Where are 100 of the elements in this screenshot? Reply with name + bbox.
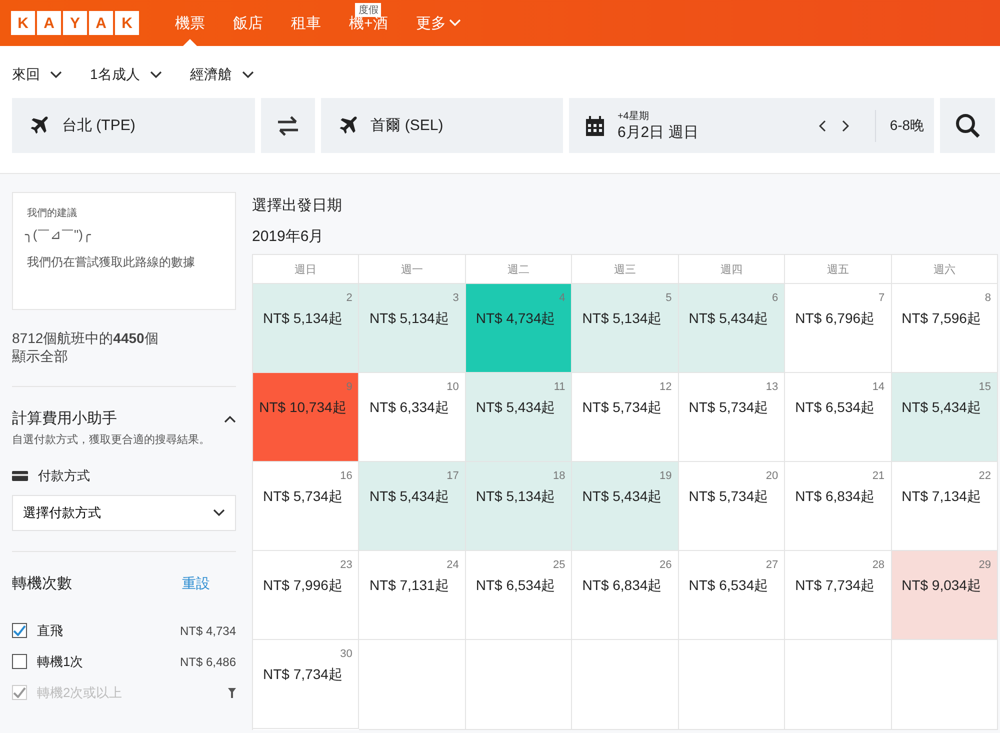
calendar-day[interactable]: 26 NT$ 6,834起 — [572, 551, 679, 640]
day-number: 20 — [766, 470, 778, 482]
calendar-day[interactable]: 29 NT$ 9,034起 — [892, 551, 998, 640]
day-price: NT$ 6,834起 — [795, 488, 875, 506]
day-price: NT$ 5,734起 — [688, 488, 768, 506]
nav-badge: 度假 — [355, 3, 382, 17]
day-price: NT$ 7,131起 — [369, 577, 449, 595]
day-price: NT$ 10,734起 — [259, 399, 346, 417]
day-number: 29 — [978, 559, 991, 571]
day-number: 27 — [766, 559, 778, 571]
day-number: 3 — [452, 292, 459, 304]
stop-option-label: 轉機2次或以上 — [37, 684, 124, 702]
calendar-day[interactable]: 21 NT$ 6,834起 — [785, 462, 892, 551]
day-price: NT$ 7,734起 — [263, 666, 342, 684]
caret-icon — [50, 71, 62, 79]
payment-dropdown[interactable]: 選擇付款方式 — [12, 495, 236, 531]
day-price: NT$ 5,434起 — [369, 488, 449, 506]
calendar-day[interactable]: 9 NT$ 10,734起 — [253, 373, 360, 462]
calendar-day[interactable]: 4 NT$ 4,734起 — [466, 284, 572, 373]
day-price: NT$ 6,796起 — [795, 310, 875, 328]
day-number: 12 — [659, 381, 672, 393]
option-dropdown[interactable]: 來回 — [12, 66, 62, 84]
calendar-day[interactable]: 24 NT$ 7,131起 — [359, 551, 466, 640]
day-price: NT$ 5,434起 — [902, 399, 981, 417]
nav-tab[interactable]: 機+酒 度假 — [335, 0, 402, 46]
calendar-day[interactable]: 7 NT$ 6,796起 — [785, 284, 892, 373]
day-number: 24 — [446, 559, 459, 571]
calendar-day[interactable]: 12 NT$ 5,734起 — [572, 373, 679, 462]
caret-icon — [150, 71, 162, 79]
calendar-day[interactable]: 20 NT$ 5,734起 — [678, 462, 786, 551]
day-number: 10 — [446, 381, 459, 393]
day-number: 5 — [666, 292, 672, 304]
calendar-day[interactable]: 11 NT$ 5,434起 — [466, 373, 572, 462]
stop-option-label: 轉機1次 — [37, 652, 84, 670]
calendar-day[interactable]: 6 NT$ 5,434起 — [678, 284, 786, 373]
tip-message: 我們仍在嘗試獲取此路線的數據 — [27, 254, 196, 271]
payment-label: 付款方式 — [38, 467, 90, 485]
day-price: NT$ 5,434起 — [688, 310, 768, 328]
day-number: 16 — [340, 470, 352, 482]
calendar-day[interactable]: 22 NT$ 7,134起 — [892, 462, 998, 551]
day-number: 13 — [766, 381, 778, 393]
calendar-day[interactable]: 3 NT$ 5,134起 — [359, 284, 466, 373]
stop-price: NT$ 4,734 — [180, 624, 236, 638]
search-button[interactable] — [940, 98, 996, 153]
credit-card-icon — [12, 471, 28, 481]
day-number: 2 — [346, 292, 352, 304]
day-number: 28 — [872, 559, 885, 571]
airplane-icon — [28, 114, 50, 136]
tip-title: 我們的建議 — [27, 206, 78, 220]
checkbox[interactable] — [12, 623, 27, 638]
calendar-day[interactable]: 13 NT$ 5,734起 — [678, 373, 786, 462]
previous-icon[interactable] — [818, 120, 827, 132]
origin-field[interactable]: 台北 (TPE) — [12, 98, 255, 153]
calendar-day[interactable]: 17 NT$ 5,434起 — [359, 462, 466, 551]
calendar-day[interactable]: 5 NT$ 5,134起 — [572, 284, 679, 373]
calendar-day[interactable]: 8 NT$ 7,596起 — [892, 284, 998, 373]
day-number: 25 — [553, 559, 566, 571]
day-price: NT$ 5,134起 — [476, 488, 556, 506]
nights-label[interactable]: 6-8晚 — [874, 110, 934, 142]
calendar-day[interactable]: 18 NT$ 5,134起 — [466, 462, 572, 551]
calendar-day[interactable]: 10 NT$ 6,334起 — [359, 373, 466, 462]
day-price: NT$ 6,534起 — [688, 577, 768, 595]
calendar-day[interactable]: 16 NT$ 5,734起 — [253, 462, 360, 551]
option-dropdown[interactable]: 1名成人 — [90, 66, 162, 84]
calendar-day[interactable]: 25 NT$ 6,534起 — [466, 551, 572, 640]
calendar-day[interactable]: 19 NT$ 5,434起 — [572, 462, 679, 551]
day-price: NT$ 6,534起 — [795, 399, 875, 417]
day-price: NT$ 5,134起 — [582, 310, 662, 328]
day-number: 11 — [554, 381, 566, 393]
option-dropdown[interactable]: 經濟艙 — [190, 66, 254, 84]
calendar-day[interactable]: 30 NT$ 7,734起 — [253, 640, 360, 729]
collapse-icon[interactable] — [224, 414, 236, 422]
calendar-icon — [585, 116, 606, 136]
emoticon: ╮(￣⊿￣")╭ — [25, 226, 92, 244]
calendar-day[interactable]: 14 NT$ 6,534起 — [785, 373, 892, 462]
calendar-day[interactable]: 28 NT$ 7,734起 — [785, 551, 892, 640]
stop-price: NT$ 6,486 — [180, 654, 236, 668]
swap-button[interactable] — [260, 98, 315, 153]
calendar-day[interactable]: 15 NT$ 5,434起 — [892, 373, 998, 462]
checkbox[interactable] — [12, 654, 27, 669]
day-number: 19 — [659, 470, 672, 482]
show-all-link[interactable]: 顯示全部 — [12, 348, 68, 366]
kayak-logo[interactable]: K A Y A K — [11, 11, 139, 35]
destination-field[interactable]: 首爾 (SEL) — [320, 98, 564, 153]
next-icon[interactable] — [840, 120, 849, 132]
calendar-day[interactable]: 23 NT$ 7,996起 — [253, 551, 360, 640]
date-field[interactable]: +4星期 6月2日 週日 6-8晚 — [569, 98, 934, 153]
day-price: NT$ 6,834起 — [582, 577, 662, 595]
swap-icon — [276, 114, 300, 136]
filter-icon[interactable] — [228, 688, 236, 698]
calendar-title: 選擇出發日期 — [252, 196, 343, 215]
month-label: 2019年6月 — [252, 227, 325, 246]
day-price: NT$ 7,134起 — [902, 488, 981, 506]
day-number: 4 — [559, 292, 566, 304]
calendar-day[interactable]: 2 NT$ 5,134起 — [253, 284, 360, 373]
day-number: 21 — [872, 470, 885, 482]
caret-icon — [242, 71, 254, 79]
day-number: 18 — [553, 470, 566, 482]
calendar-day[interactable]: 27 NT$ 6,534起 — [678, 551, 786, 640]
flight-count: 8712個航班中的4450個 — [12, 330, 160, 348]
